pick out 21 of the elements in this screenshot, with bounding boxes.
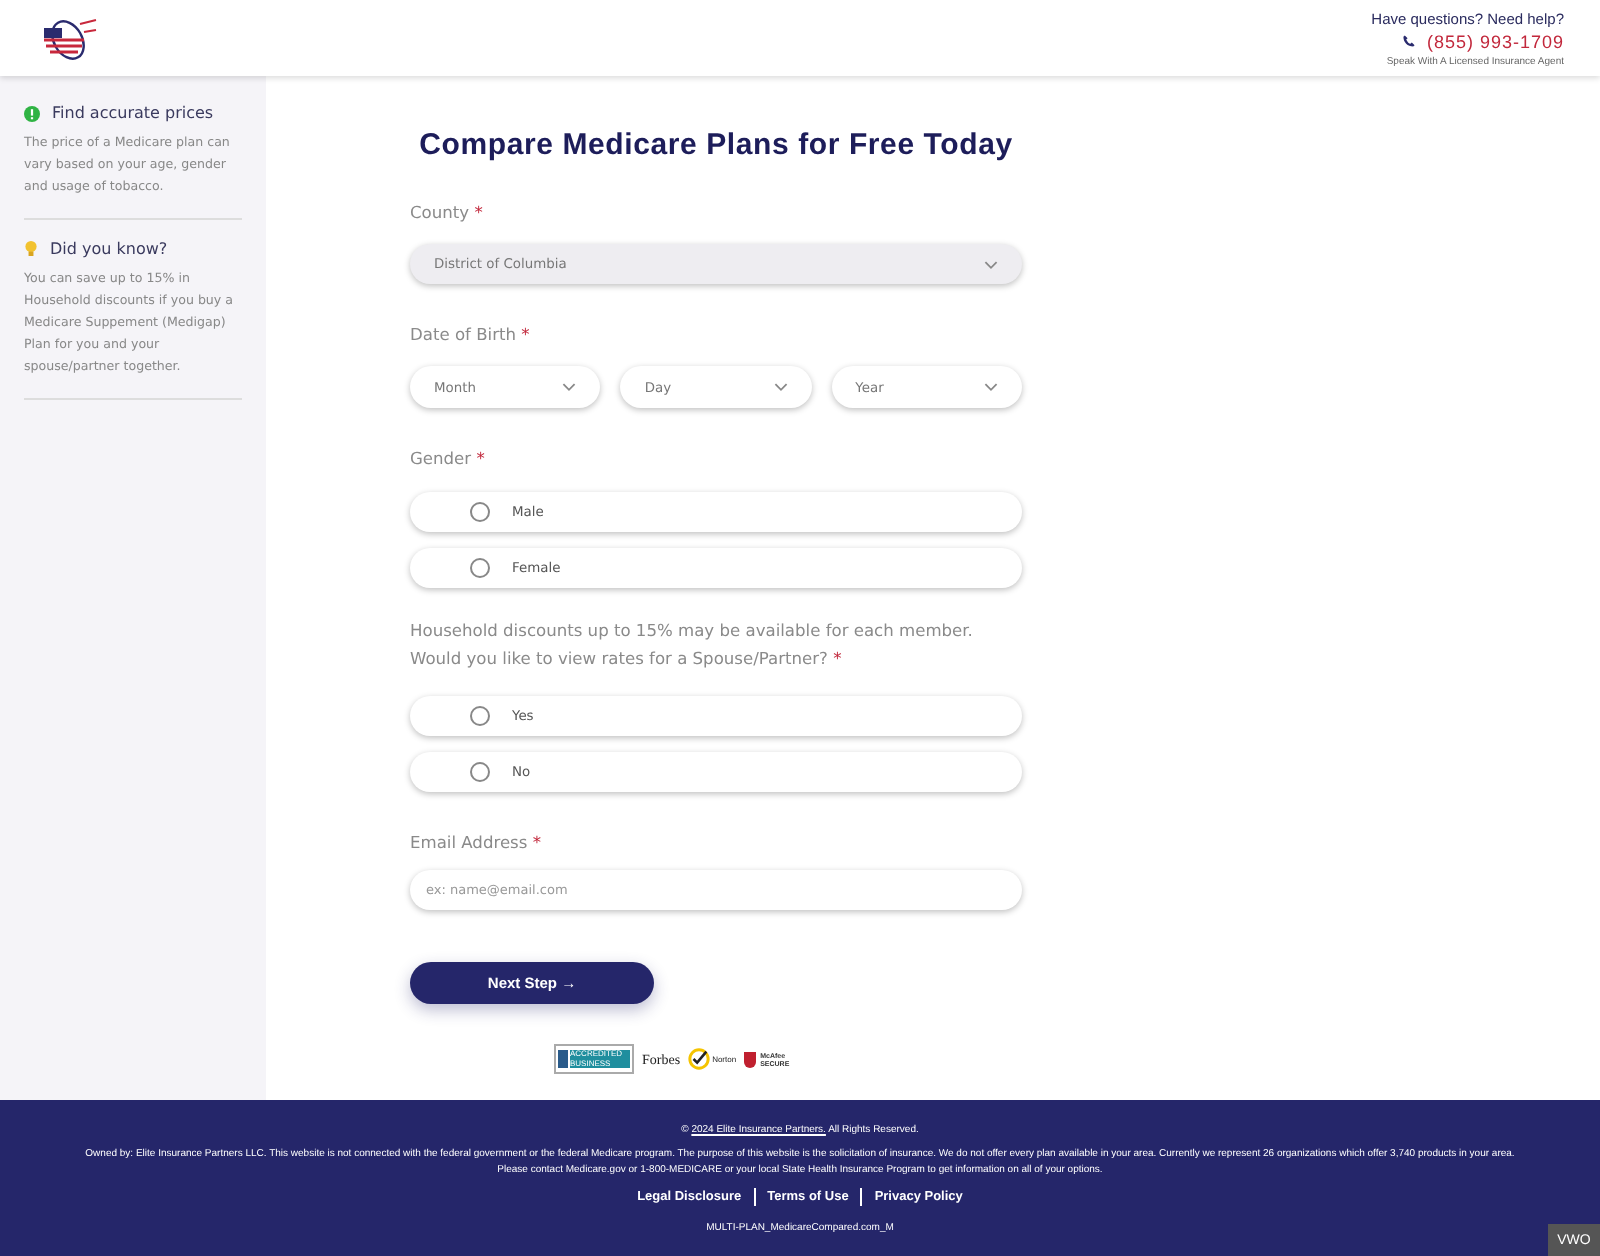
phone-link[interactable]: (855) 993-1709 — [1426, 31, 1564, 51]
sidebar-heading: Did you know? — [50, 240, 168, 258]
lightbulb-icon — [24, 240, 38, 258]
radio-button[interactable] — [470, 706, 490, 726]
field-label: Date of Birth * — [410, 324, 532, 344]
chevron-icon — [984, 259, 998, 269]
sidebar-heading: Find accurate prices — [52, 104, 214, 122]
radio-button[interactable] — [470, 502, 490, 522]
field-label: Household discounts up to 15% may be available for each member. Would you like to view rates for a Spouse/Partner? * — [410, 618, 975, 672]
chevron-icon — [983, 382, 998, 392]
field-label: County * — [410, 202, 485, 222]
form-title: Compare Medicare Plans for Free Today — [417, 128, 1015, 162]
chevron-icon — [773, 382, 788, 392]
field-label: Gender * — [410, 448, 487, 468]
radio-button[interactable] — [470, 558, 490, 578]
flag-logo-icon[interactable] — [40, 16, 100, 60]
radio-button[interactable] — [470, 762, 490, 782]
chevron-icon — [562, 382, 577, 392]
field-label: Email Address * — [410, 832, 543, 852]
info-icon — [24, 105, 40, 121]
phone-icon — [1402, 34, 1417, 48]
